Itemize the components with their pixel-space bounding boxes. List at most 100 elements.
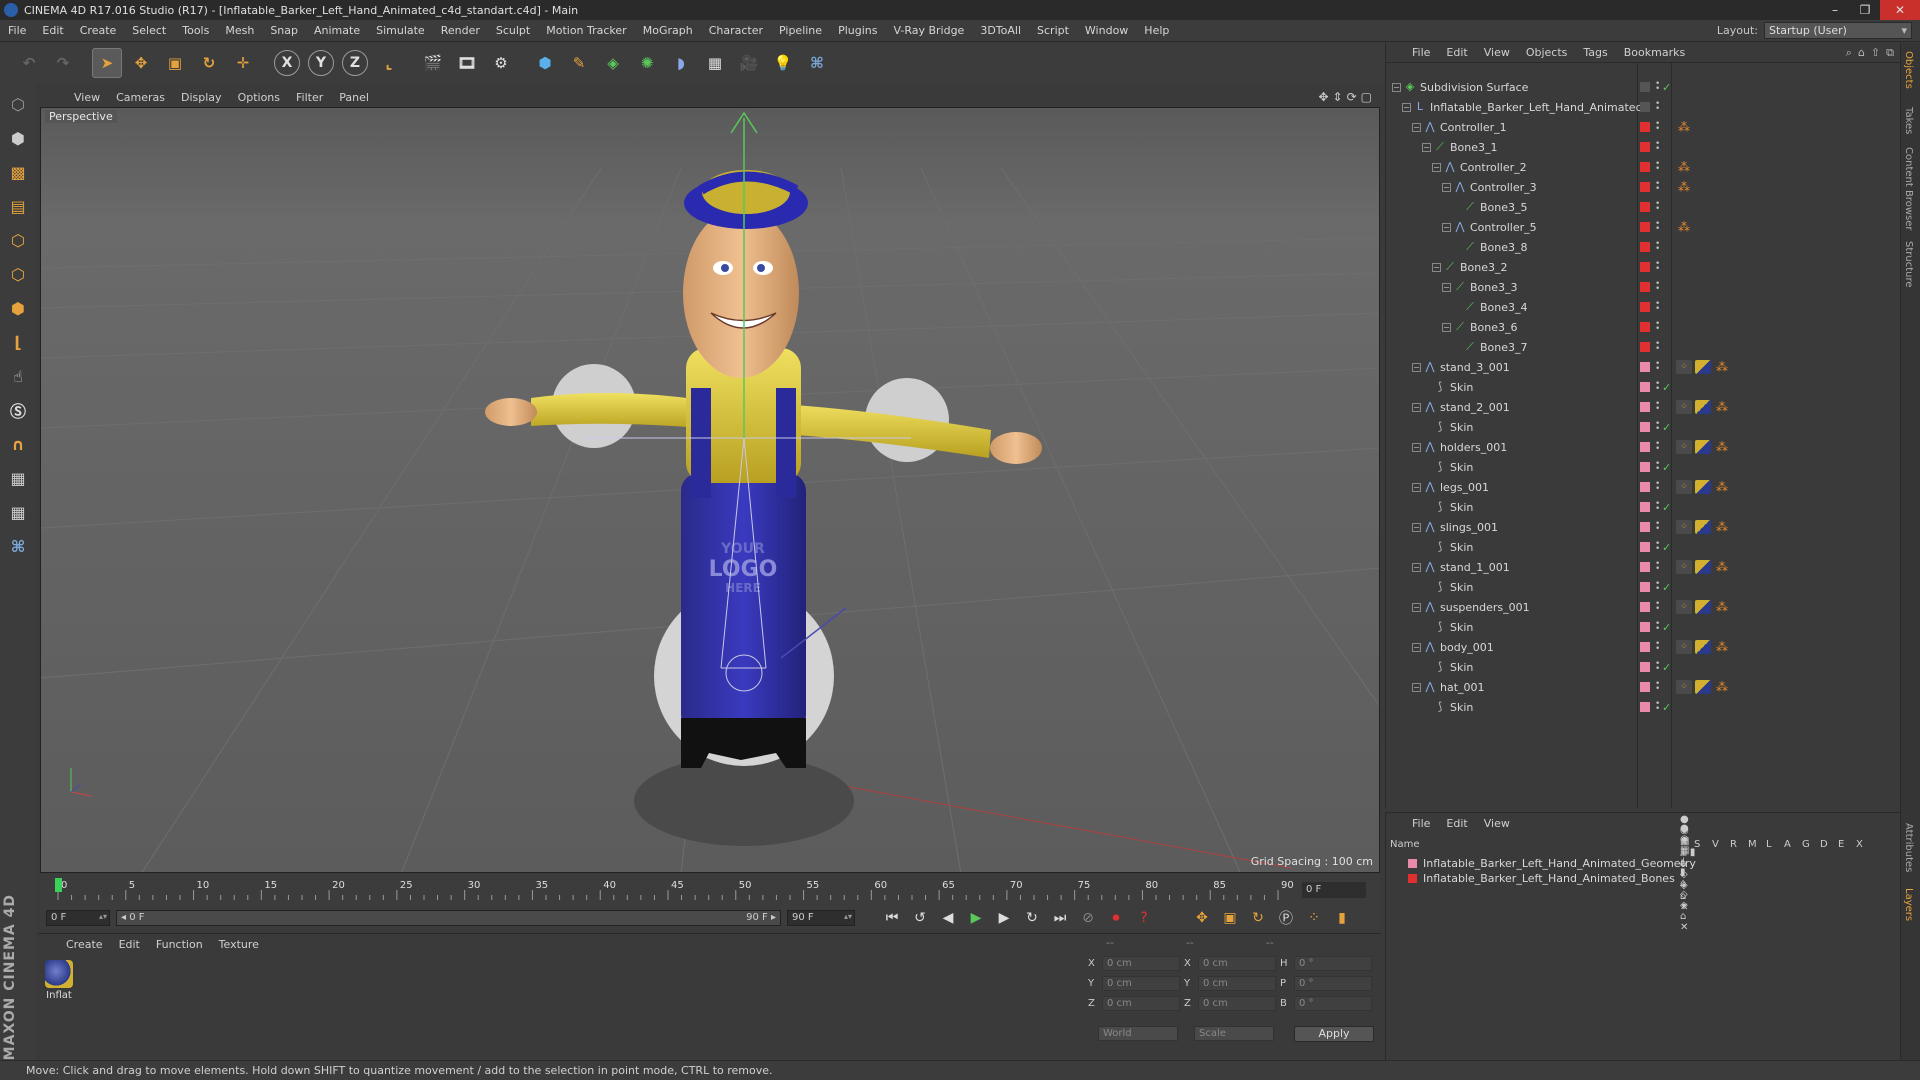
timeline-window-icon[interactable]: ▮ [1330, 907, 1354, 929]
object-name[interactable]: Bone3_1 [1450, 141, 1498, 154]
menu-sculpt[interactable]: Sculpt [488, 20, 538, 42]
layer-row-bones[interactable]: Inflatable_Barker_Left_Hand_Animated_Bon… [1408, 823, 1689, 933]
menu-create[interactable]: Create [72, 20, 125, 42]
material-menu-create[interactable]: Create [58, 938, 111, 951]
key-rotation-icon[interactable]: ↻ [1246, 907, 1270, 929]
rot-b-field[interactable]: 0 ° [1294, 996, 1372, 1011]
frame-range-slider[interactable]: ◂ 0 F 90 F ▸ [116, 910, 781, 926]
rot-p-field[interactable]: 0 ° [1294, 976, 1372, 991]
menu-animate[interactable]: Animate [306, 20, 368, 42]
coordinate-system-icon[interactable]: ⌞ [374, 48, 404, 78]
material-tag-icon[interactable] [1695, 560, 1711, 574]
current-frame-field[interactable]: 0 F [1302, 882, 1366, 898]
snap-icon[interactable]: Ⓢ [3, 395, 33, 425]
model-mode-icon[interactable]: ⬢ [3, 123, 33, 153]
layer-swatch[interactable] [1640, 282, 1650, 292]
expand-toggle-icon[interactable]: − [1442, 322, 1451, 332]
enabled-check-icon[interactable]: ✓ [1662, 461, 1671, 474]
python-icon[interactable]: ⌘ [802, 48, 832, 78]
render-picture-viewer-icon[interactable]: 🎞 [452, 48, 482, 78]
layer-swatch[interactable] [1640, 582, 1650, 592]
vertex-map-tag-icon[interactable]: ⁘ [1676, 600, 1692, 614]
object-name[interactable]: Controller_2 [1460, 161, 1527, 174]
visibility-dots-icon[interactable]: • • [1655, 400, 1661, 414]
object-row[interactable]: − ⋀ stand_1_001 • • ⁘ ⁂ [1386, 557, 1901, 577]
transform-tool-icon[interactable]: ✛ [228, 48, 258, 78]
coordinate-mode-select[interactable]: World [1098, 1026, 1178, 1041]
objects-menu-edit[interactable]: Edit [1438, 46, 1475, 59]
weight-tag-icon[interactable]: ⁂ [1714, 400, 1730, 414]
layer-swatch[interactable] [1640, 482, 1650, 492]
object-name[interactable]: Bone3_6 [1470, 321, 1518, 334]
viewport-menu-view[interactable]: View [66, 91, 108, 104]
visibility-dots-icon[interactable]: • • [1655, 420, 1661, 434]
render-view-icon[interactable]: 🎬 [418, 48, 448, 78]
ik-tag-icon[interactable]: ⁂ [1676, 160, 1692, 174]
object-name[interactable]: stand_3_001 [1440, 361, 1510, 374]
texture-mode-icon[interactable]: ▩ [3, 157, 33, 187]
maximize-button[interactable]: ❐ [1850, 0, 1880, 20]
visibility-dots-icon[interactable]: • • [1655, 340, 1661, 354]
menu-plugins[interactable]: Plugins [830, 20, 885, 42]
object-row[interactable]: − ⋀ body_001 • • ⁘ ⁂ [1386, 637, 1901, 657]
layer-swatch[interactable] [1640, 102, 1650, 112]
object-row[interactable]: − ⟋ Bone3_2 • • [1386, 257, 1901, 277]
layer-swatch[interactable] [1640, 662, 1650, 672]
visibility-dots-icon[interactable]: • • [1655, 500, 1661, 514]
object-name[interactable]: suspenders_001 [1440, 601, 1530, 614]
layer-swatch[interactable] [1640, 142, 1650, 152]
layer-swatch[interactable] [1640, 462, 1650, 472]
object-row[interactable]: − ⋀ slings_001 • • ⁘ ⁂ [1386, 517, 1901, 537]
object-name[interactable]: Skin [1450, 701, 1473, 714]
points-mode-icon[interactable]: ⬡ [3, 225, 33, 255]
menu-mograph[interactable]: MoGraph [635, 20, 701, 42]
layer-swatch[interactable] [1640, 122, 1650, 132]
material-item[interactable]: Inflat [42, 960, 76, 1001]
layer-col-m[interactable]: M [1748, 839, 1757, 850]
object-name[interactable]: stand_2_001 [1440, 401, 1510, 414]
visibility-dots-icon[interactable]: • • [1655, 560, 1661, 574]
expand-toggle-icon[interactable]: − [1412, 402, 1421, 412]
menu-mesh[interactable]: Mesh [217, 20, 262, 42]
pos-z-field[interactable]: 0 cm [1102, 996, 1180, 1011]
workplane-lock-icon[interactable]: ▦ [3, 463, 33, 493]
enabled-check-icon[interactable]: ✓ [1662, 381, 1671, 394]
timeline[interactable]: 0 5 10 15 20 25 30 35 40 45 50 55 60 65 70 75 80 85 90 0 F [40, 874, 1380, 908]
ik-tag-icon[interactable]: ⁂ [1676, 220, 1692, 234]
layer-swatch[interactable] [1640, 422, 1650, 432]
vertex-map-tag-icon[interactable]: ⁘ [1676, 520, 1692, 534]
expand-toggle-icon[interactable]: − [1402, 102, 1411, 112]
visibility-dots-icon[interactable]: • • [1655, 360, 1661, 374]
visibility-dots-icon[interactable]: • • [1655, 320, 1661, 334]
layers-menu-view[interactable]: View [1476, 817, 1518, 830]
magnet-icon[interactable]: ∩ [3, 429, 33, 459]
viewport-3d[interactable]: YOUR LOGO HERE Perspective Grid Spacing … [40, 107, 1380, 873]
up-arrow-icon[interactable]: ⇧ [1871, 46, 1880, 60]
size-mode-select[interactable]: Scale [1194, 1026, 1274, 1041]
visibility-dots-icon[interactable]: • • [1655, 80, 1661, 94]
camera-icon[interactable]: 🎥 [734, 48, 764, 78]
object-row[interactable]: − L Inflatable_Barker_Left_Hand_Animated • • [1386, 97, 1901, 117]
expand-toggle-icon[interactable]: − [1412, 482, 1421, 492]
visibility-dots-icon[interactable]: • • [1655, 480, 1661, 494]
layer-swatch[interactable] [1640, 242, 1650, 252]
layer-swatch[interactable] [1640, 502, 1650, 512]
weight-tag-icon[interactable]: ⁂ [1714, 640, 1730, 654]
tab-attributes[interactable]: Attributes [1903, 823, 1914, 872]
floor-grid-icon[interactable]: ▦ [700, 48, 730, 78]
objects-menu-view[interactable]: View [1476, 46, 1518, 59]
object-name[interactable]: Inflatable_Barker_Left_Hand_Animated [1430, 101, 1643, 114]
object-name[interactable]: Controller_1 [1440, 121, 1507, 134]
expand-toggle-icon[interactable]: − [1412, 602, 1421, 612]
layers-menu-file[interactable]: File [1404, 817, 1438, 830]
visibility-dots-icon[interactable]: • • [1655, 700, 1661, 714]
object-name[interactable]: body_001 [1440, 641, 1494, 654]
menu-file[interactable]: File [0, 20, 34, 42]
layer-swatch[interactable] [1640, 302, 1650, 312]
object-row[interactable]: − ⋀ stand_3_001 • • ⁘ ⁂ [1386, 357, 1901, 377]
layer-swatch[interactable] [1640, 542, 1650, 552]
layer-swatch[interactable] [1640, 562, 1650, 572]
object-name[interactable]: Controller_5 [1470, 221, 1537, 234]
object-row[interactable]: − ⟋ Bone3_1 • • [1386, 137, 1901, 157]
object-row[interactable]: − ⋀ Controller_2 • • ⁂ [1386, 157, 1901, 177]
